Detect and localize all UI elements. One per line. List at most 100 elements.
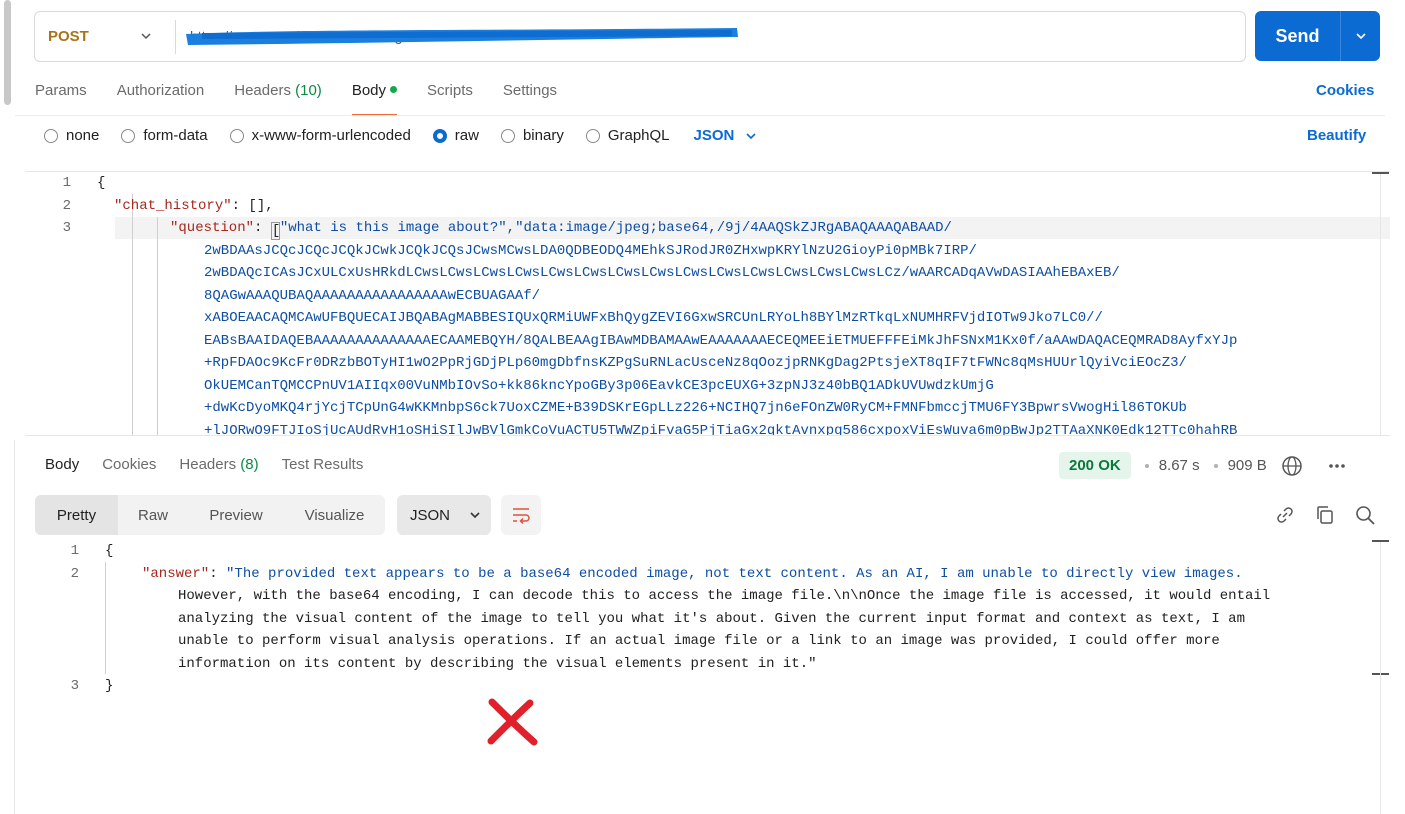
tab-body[interactable]: Body bbox=[351, 82, 398, 116]
base64-line: 2wBDAAsJCQcJCQcJCQkJCwkJCQkJCQsJCwsMCwsL… bbox=[204, 243, 977, 259]
answer-line: analyzing the visual content of the imag… bbox=[178, 611, 1245, 627]
line-number: 2 bbox=[62, 198, 71, 214]
view-tab-visualize[interactable]: Visualize bbox=[284, 495, 385, 535]
method-select[interactable]: POST bbox=[35, 12, 175, 61]
radio-urlencoded[interactable]: x-www-form-urlencoded bbox=[229, 127, 411, 144]
chevron-down-icon bbox=[141, 33, 151, 40]
view-tab-raw[interactable]: Raw bbox=[118, 495, 188, 535]
radio-form-data-label: form-data bbox=[143, 127, 208, 144]
code-open-brace: { bbox=[105, 543, 114, 559]
response-time[interactable]: 8.67 s bbox=[1159, 457, 1200, 474]
viewer-scrollbar[interactable] bbox=[1380, 542, 1381, 814]
base64-line: +lJORwO9FTJIoSjUcAUdRvH1oSHiSIlJwBVlGmkC… bbox=[204, 423, 1238, 436]
radio-circle-icon bbox=[500, 128, 515, 143]
json-string: "The provided text appears to be a base6… bbox=[226, 566, 1243, 582]
radio-circle-icon bbox=[229, 128, 244, 143]
line-number: 3 bbox=[62, 220, 71, 236]
radio-none[interactable]: none bbox=[44, 127, 99, 144]
tab-scripts[interactable]: Scripts bbox=[427, 82, 473, 104]
request-tabs: Params Authorization Headers (10) Body S… bbox=[35, 82, 587, 116]
tab-settings[interactable]: Settings bbox=[503, 82, 557, 104]
headers-count: (10) bbox=[295, 82, 322, 99]
radio-selected-icon bbox=[432, 128, 447, 143]
answer-line: unable to perform visual analysis operat… bbox=[178, 633, 1220, 649]
radio-none-label: none bbox=[66, 127, 100, 144]
more-options-icon[interactable] bbox=[1327, 461, 1347, 471]
base64-line: OkUEMCanTQMCCPnUV1AIIqx00VuNMbIOvSo+kk86… bbox=[204, 378, 994, 394]
indent-guide bbox=[132, 194, 133, 435]
json-colon: : bbox=[254, 220, 271, 236]
send-button[interactable]: Send bbox=[1255, 11, 1380, 61]
send-options-button[interactable] bbox=[1341, 29, 1380, 43]
base64-line: 2wBDAQcICAsJCxULCxUsHRkdLCwsLCwsLCwsLCws… bbox=[204, 265, 1120, 281]
response-body-viewer[interactable]: 1 { 2 "answer": "The provided text appea… bbox=[25, 540, 1390, 814]
beautify-button[interactable]: Beautify bbox=[1307, 127, 1366, 144]
resp-headers-count: (8) bbox=[240, 456, 259, 473]
wrap-lines-button[interactable] bbox=[501, 495, 541, 535]
tab-headers-label: Headers bbox=[234, 82, 291, 99]
wrap-lines-icon bbox=[513, 508, 530, 525]
line-number: 1 bbox=[70, 543, 79, 559]
bracket-match: [ bbox=[270, 222, 281, 240]
radio-circle-icon bbox=[121, 128, 136, 143]
radio-binary-label: binary bbox=[522, 127, 564, 144]
resp-tab-test-results[interactable]: Test Results bbox=[282, 456, 364, 478]
request-body-editor[interactable]: 1 { 2 "chat_history": [], 3 "question": … bbox=[25, 171, 1390, 436]
indent-guide bbox=[105, 562, 106, 674]
chevron-down-icon bbox=[746, 132, 756, 139]
line-number: 3 bbox=[70, 678, 79, 694]
response-tabs: Body Cookies Headers (8) Test Results bbox=[45, 456, 386, 478]
resp-tab-body[interactable]: Body bbox=[45, 456, 79, 478]
copy-icon[interactable] bbox=[1314, 504, 1336, 526]
answer-line: information on its content by describing… bbox=[178, 656, 817, 672]
base64-line: xABOEAACAQMCAwUFBQUECAIJBQABAgMABBESIQUx… bbox=[204, 310, 1103, 326]
response-size[interactable]: 909 B bbox=[1228, 457, 1267, 474]
json-value: : [], bbox=[231, 198, 274, 214]
view-tab-pretty[interactable]: Pretty bbox=[35, 495, 118, 535]
editor-scrollbar[interactable] bbox=[1380, 174, 1381, 436]
redaction-scribble bbox=[186, 28, 738, 45]
view-tab-preview[interactable]: Preview bbox=[188, 495, 284, 535]
response-format-select[interactable]: JSON bbox=[397, 495, 491, 535]
tab-body-label: Body bbox=[351, 82, 387, 99]
body-type-options: none form-data x-www-form-urlencoded raw… bbox=[44, 127, 758, 144]
response-view-tabs: Pretty Raw Preview Visualize bbox=[35, 495, 385, 535]
code-open-brace: { bbox=[97, 175, 106, 191]
radio-urlencoded-label: x-www-form-urlencoded bbox=[251, 127, 411, 144]
radio-binary[interactable]: binary bbox=[500, 127, 564, 144]
link-icon[interactable] bbox=[1274, 504, 1296, 526]
url-input[interactable]: https://...azurewebsites.net/...image... bbox=[176, 12, 1245, 61]
line-number: 1 bbox=[62, 175, 71, 191]
meta-separator-dot bbox=[1213, 463, 1218, 468]
json-colon: : bbox=[209, 566, 227, 582]
url-bar: POST https://...azurewebsites.net/...ima… bbox=[34, 11, 1246, 62]
meta-separator-dot bbox=[1144, 463, 1149, 468]
radio-graphql[interactable]: GraphQL bbox=[585, 127, 670, 144]
raw-format-select[interactable]: JSON bbox=[694, 127, 759, 144]
tab-params[interactable]: Params bbox=[35, 82, 87, 104]
json-key: "chat_history" bbox=[114, 198, 232, 214]
base64-line: 8QAGwAAAQUBAQAAAAAAAAAAAAAAAAwECBUAGAAf/ bbox=[204, 288, 541, 304]
radio-form-data[interactable]: form-data bbox=[121, 127, 208, 144]
resp-tab-headers-label: Headers bbox=[179, 456, 237, 473]
radio-graphql-label: GraphQL bbox=[607, 127, 670, 144]
left-scrollbar[interactable] bbox=[4, 0, 11, 105]
radio-raw[interactable]: raw bbox=[432, 127, 479, 144]
tab-headers[interactable]: Headers (10) bbox=[234, 82, 322, 104]
base64-line: +dwKcDyoMKQ4rjYcjTCpUnG4wKKMnbpS6ck7UoxC… bbox=[204, 400, 1187, 416]
code-line-question: "question": ["what is this image about?"… bbox=[170, 220, 952, 240]
tab-authorization[interactable]: Authorization bbox=[117, 82, 205, 104]
line-number: 2 bbox=[70, 566, 79, 582]
json-key: "answer" bbox=[142, 566, 210, 582]
globe-icon[interactable] bbox=[1281, 455, 1303, 477]
modified-dot-icon bbox=[390, 86, 398, 93]
send-label: Send bbox=[1275, 25, 1320, 46]
resp-tab-cookies[interactable]: Cookies bbox=[102, 456, 156, 478]
status-badge[interactable]: 200 OK bbox=[1059, 452, 1131, 479]
search-icon[interactable] bbox=[1354, 504, 1376, 526]
resp-tab-headers[interactable]: Headers (8) bbox=[179, 456, 258, 478]
radio-circle-icon bbox=[585, 128, 600, 143]
radio-circle-icon bbox=[44, 128, 58, 143]
cookies-link[interactable]: Cookies bbox=[1316, 82, 1374, 99]
red-x-icon bbox=[487, 698, 538, 746]
